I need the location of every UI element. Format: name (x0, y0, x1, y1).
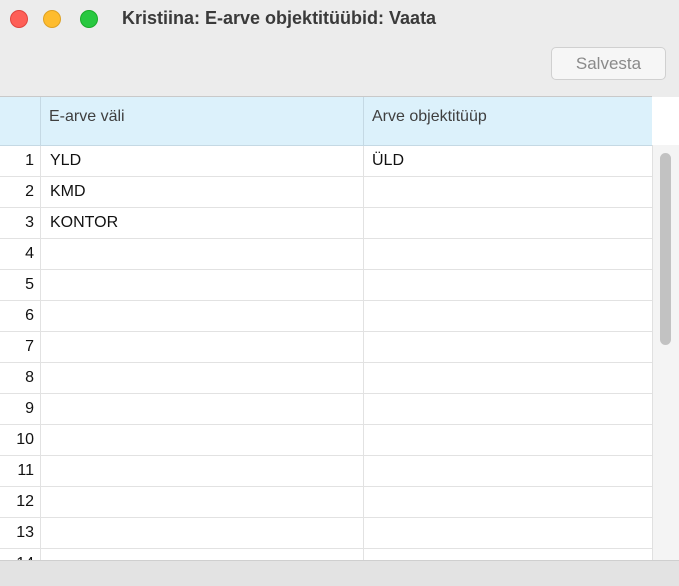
table-row[interactable]: 10 (0, 425, 652, 456)
cell-object-type[interactable] (363, 518, 652, 548)
title-bar[interactable]: Kristiina: E-arve objektitüübid: Vaata (0, 0, 679, 40)
cell-object-type[interactable]: ÜLD (363, 146, 652, 176)
scrollbar-thumb[interactable] (660, 153, 671, 345)
grid-header: E-arve väli Arve objektitüüp (0, 97, 652, 146)
table-row[interactable]: 7 (0, 332, 652, 363)
row-number: 3 (25, 214, 34, 231)
row-number: 12 (16, 493, 34, 510)
cell-e-invoice-field[interactable] (40, 518, 363, 548)
cell-e-invoice-field[interactable] (40, 332, 363, 362)
table-row[interactable]: 13 (0, 518, 652, 549)
table-row[interactable]: 12 (0, 487, 652, 518)
row-number: 10 (16, 431, 34, 448)
data-grid: E-arve väli Arve objektitüüp 1 YLD ÜLD 2 KMD… (0, 96, 652, 561)
cell-object-type[interactable] (363, 456, 652, 486)
table-row[interactable]: 8 (0, 363, 652, 394)
status-bar (0, 560, 679, 586)
table-row[interactable]: 9 (0, 394, 652, 425)
table-row[interactable]: 2 KMD (0, 177, 652, 208)
cell-object-type[interactable] (363, 301, 652, 331)
table-row[interactable]: 1 YLD ÜLD (0, 146, 652, 177)
cell-object-type[interactable] (363, 487, 652, 517)
app-window: Kristiina: E-arve objektitüübid: Vaata S… (0, 0, 679, 586)
cell-e-invoice-field[interactable]: YLD (40, 146, 363, 176)
table-row[interactable]: 3 KONTOR (0, 208, 652, 239)
row-number: 9 (25, 400, 34, 417)
zoom-window-button[interactable] (80, 10, 98, 28)
row-number-header (0, 97, 40, 145)
table-row[interactable]: 4 (0, 239, 652, 270)
row-number: 1 (25, 152, 34, 169)
cell-e-invoice-field[interactable]: KONTOR (40, 208, 363, 238)
row-number: 4 (25, 245, 34, 262)
cell-e-invoice-field[interactable]: KMD (40, 177, 363, 207)
table-row[interactable]: 6 (0, 301, 652, 332)
table-row[interactable]: 11 (0, 456, 652, 487)
row-number: 5 (25, 276, 34, 293)
column-header-object-type[interactable]: Arve objektitüüp (363, 97, 652, 145)
cell-e-invoice-field[interactable] (40, 425, 363, 455)
toolbar: Salvesta (0, 40, 679, 96)
vertical-scrollbar[interactable] (652, 145, 679, 560)
cell-object-type[interactable] (363, 208, 652, 238)
row-number: 7 (25, 338, 34, 355)
row-number: 13 (16, 524, 34, 541)
cell-e-invoice-field[interactable] (40, 363, 363, 393)
window-title: Kristiina: E-arve objektitüübid: Vaata (122, 8, 437, 28)
minimize-window-button[interactable] (43, 10, 61, 28)
cell-e-invoice-field[interactable] (40, 394, 363, 424)
cell-e-invoice-field[interactable] (40, 301, 363, 331)
cell-e-invoice-field[interactable] (40, 456, 363, 486)
cell-e-invoice-field[interactable] (40, 239, 363, 269)
cell-e-invoice-field[interactable] (40, 487, 363, 517)
cell-object-type[interactable] (363, 239, 652, 269)
cell-object-type[interactable] (363, 363, 652, 393)
cell-e-invoice-field[interactable] (40, 270, 363, 300)
cell-object-type[interactable] (363, 270, 652, 300)
cell-object-type[interactable] (363, 394, 652, 424)
row-number: 2 (25, 183, 34, 200)
column-header-e-invoice-field[interactable]: E-arve väli (40, 97, 363, 145)
header-corner (652, 97, 679, 145)
row-number: 11 (17, 462, 34, 479)
grid-body: 1YLDÜLD2KMD3KONTOR4567891011121314 (0, 146, 652, 561)
close-window-button[interactable] (10, 10, 28, 28)
row-number: 8 (25, 369, 34, 386)
row-number: 6 (25, 307, 34, 324)
save-button[interactable]: Salvesta (551, 47, 666, 80)
cell-object-type[interactable] (363, 177, 652, 207)
table-row[interactable]: 5 (0, 270, 652, 301)
cell-object-type[interactable] (363, 332, 652, 362)
cell-object-type[interactable] (363, 425, 652, 455)
